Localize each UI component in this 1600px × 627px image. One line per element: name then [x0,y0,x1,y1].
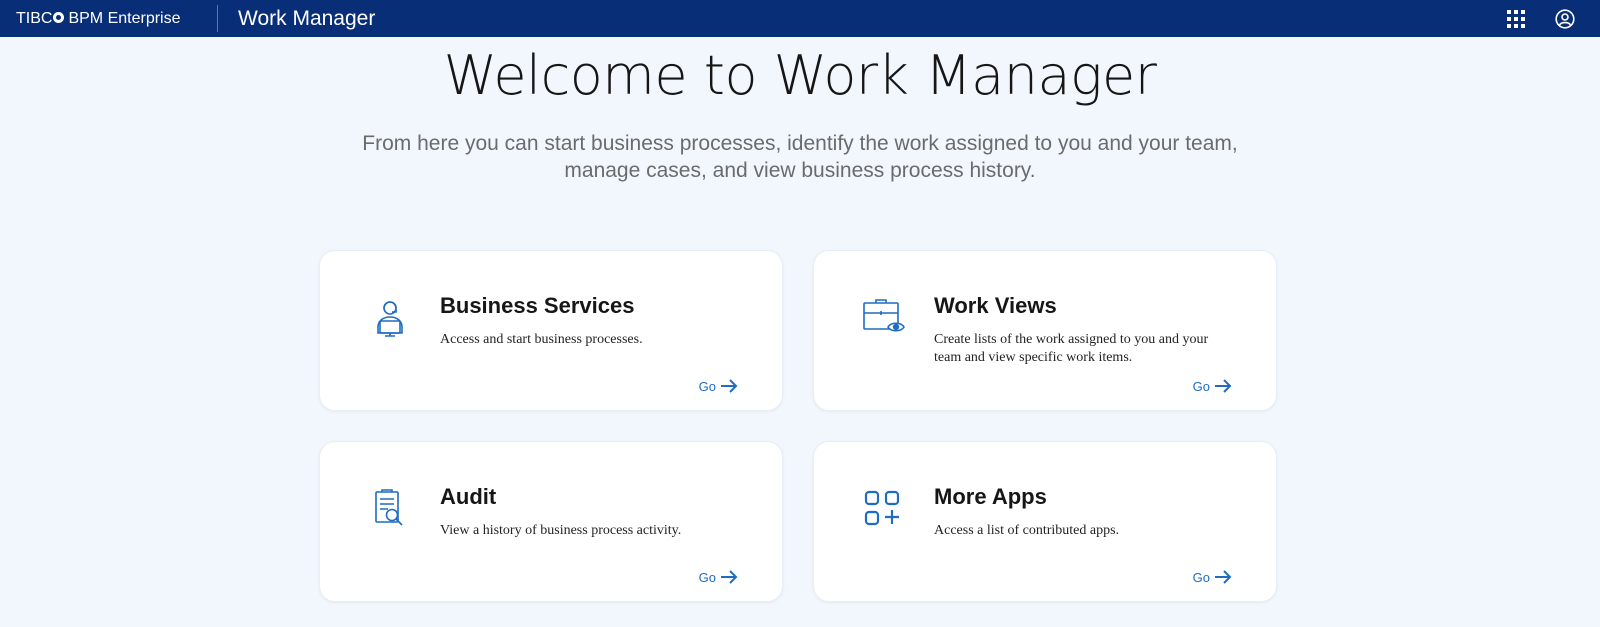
apps-grid-icon[interactable] [1505,8,1527,30]
top-bar: TIBC BPM Enterprise Work Manager [0,0,1600,37]
go-label: Go [1192,569,1210,585]
card-description: Create lists of the work assigned to you… [934,332,1209,365]
header-divider [217,5,218,32]
go-label: Go [1192,378,1210,394]
support-agent-icon [368,297,416,345]
clipboard-search-icon [368,488,416,536]
brand-logo[interactable]: TIBC BPM Enterprise [16,0,181,37]
page-title: Welcome to Work Manager [443,44,1157,107]
work-views-card[interactable]: Work Views Create lists of the work assi… [813,250,1277,411]
card-title: More Apps [934,484,1047,509]
subtitle-line-1: From here you can start business process… [362,132,1238,155]
more-apps-go-link[interactable]: Go [1193,569,1232,585]
go-label: Go [698,378,716,394]
briefcase-eye-icon [862,297,910,345]
subtitle-line-2: manage cases, and view business process … [564,159,1036,182]
user-account-icon[interactable] [1554,8,1576,30]
arrow-right-icon [721,379,738,393]
page-subtitle: From here you can start business process… [350,130,1250,184]
arrow-right-icon [1215,379,1232,393]
more-apps-card[interactable]: More Apps Access a list of contributed a… [813,441,1277,602]
app-title: Work Manager [238,6,376,30]
app-grid-plus-icon [862,488,910,536]
audit-go-link[interactable]: Go [699,569,738,585]
brand-suffix: BPM Enterprise [68,9,181,27]
audit-card[interactable]: Audit View a history of business process… [319,441,783,602]
card-description: View a history of business process activ… [440,523,682,538]
card-description: Access and start business processes. [440,332,643,347]
card-title: Audit [440,484,497,509]
brand-prefix: TIBC [16,9,53,27]
card-description: Access a list of contributed apps. [934,523,1120,538]
business-services-go-link[interactable]: Go [699,378,738,394]
arrow-right-icon [1215,570,1232,584]
card-title: Work Views [934,293,1057,318]
business-services-card[interactable]: Business Services Access and start busin… [319,250,783,411]
go-label: Go [698,569,716,585]
card-title: Business Services [440,293,635,318]
arrow-right-icon [721,570,738,584]
work-views-go-link[interactable]: Go [1193,378,1232,394]
tibco-logo-icon [53,12,65,23]
